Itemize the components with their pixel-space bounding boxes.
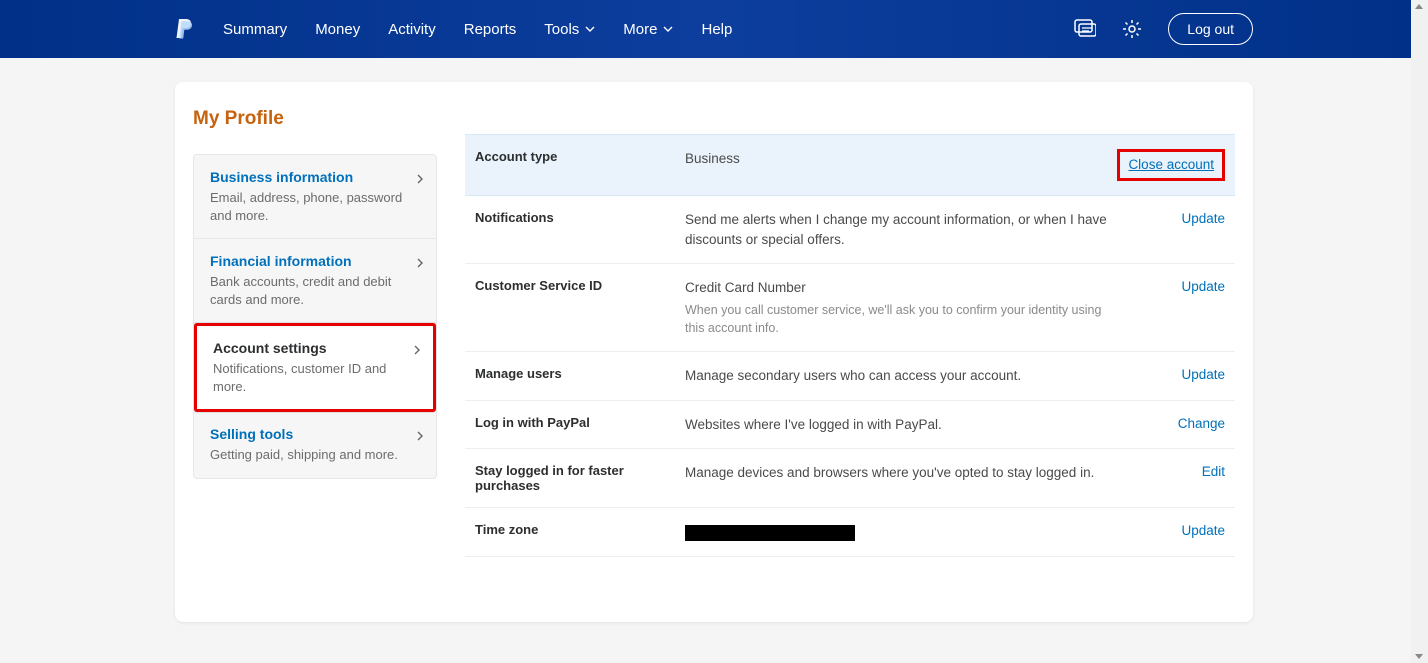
profile-sidebar: Business information Email, address, pho…	[193, 154, 437, 479]
nav-reports[interactable]: Reports	[464, 21, 517, 38]
row-label: Account type	[475, 149, 685, 164]
sidebar-item-title: Financial information	[210, 253, 420, 269]
settings-panel: Account type Business Close account Noti…	[465, 108, 1235, 582]
page-title: My Profile	[193, 108, 437, 130]
chevron-right-icon	[417, 255, 424, 273]
row-value: Credit Card Number When you call custome…	[685, 278, 1115, 337]
row-value: Manage secondary users who can access yo…	[685, 366, 1115, 386]
row-action: Update	[1115, 366, 1225, 384]
paypal-logo-icon[interactable]	[175, 18, 193, 40]
content-container: My Profile Business information Email, a…	[175, 82, 1253, 622]
change-link[interactable]: Change	[1178, 416, 1225, 431]
main-nav: Summary Money Activity Reports Tools Mor…	[223, 21, 1074, 38]
row-notifications: Notifications Send me alerts when I chan…	[465, 196, 1235, 264]
chevron-down-icon	[585, 26, 595, 32]
nav-more-label: More	[623, 21, 657, 38]
header-bar: Summary Money Activity Reports Tools Mor…	[0, 0, 1428, 58]
row-value: Manage devices and browsers where you've…	[685, 463, 1115, 483]
nav-more[interactable]: More	[623, 21, 673, 38]
logout-button[interactable]: Log out	[1168, 13, 1253, 45]
gear-icon[interactable]	[1122, 19, 1142, 39]
row-value: Websites where I've logged in with PayPa…	[685, 415, 1115, 435]
chevron-right-icon	[414, 342, 421, 360]
sidebar-item-selling-tools[interactable]: Selling tools Getting paid, shipping and…	[194, 412, 436, 478]
row-label: Customer Service ID	[475, 278, 685, 293]
update-link[interactable]: Update	[1181, 279, 1225, 294]
sidebar-item-financial-info[interactable]: Financial information Bank accounts, cre…	[194, 239, 436, 323]
row-label: Manage users	[475, 366, 685, 381]
row-customer-service-id: Customer Service ID Credit Card Number W…	[465, 264, 1235, 352]
chevron-right-icon	[417, 428, 424, 446]
sidebar-item-desc: Email, address, phone, password and more…	[210, 189, 420, 224]
row-value: Send me alerts when I change my account …	[685, 210, 1115, 249]
chevron-right-icon	[417, 171, 424, 189]
row-value-main: Credit Card Number	[685, 278, 1115, 298]
row-value	[685, 522, 1115, 542]
nav-help[interactable]: Help	[701, 21, 732, 38]
sidebar-item-title: Selling tools	[210, 426, 420, 442]
sidebar-item-business-info[interactable]: Business information Email, address, pho…	[194, 155, 436, 239]
close-account-highlight: Close account	[1117, 149, 1225, 181]
nav-money[interactable]: Money	[315, 21, 360, 38]
row-stay-logged-in: Stay logged in for faster purchases Mana…	[465, 449, 1235, 508]
row-action: Close account	[1115, 149, 1225, 181]
close-account-link[interactable]: Close account	[1128, 157, 1214, 172]
sidebar-item-desc: Getting paid, shipping and more.	[210, 446, 420, 464]
chevron-down-icon	[663, 26, 673, 32]
nav-right: Log out	[1074, 13, 1253, 45]
update-link[interactable]: Update	[1181, 523, 1225, 538]
row-account-type: Account type Business Close account	[465, 134, 1235, 196]
messages-icon[interactable]	[1074, 19, 1096, 39]
row-value: Business	[685, 149, 1115, 169]
sidebar-item-account-settings[interactable]: Account settings Notifications, customer…	[194, 323, 436, 412]
nav-tools-label: Tools	[544, 21, 579, 38]
row-value-sub: When you call customer service, we'll as…	[685, 301, 1115, 337]
row-action: Update	[1115, 522, 1225, 540]
row-action: Update	[1115, 210, 1225, 228]
row-label: Notifications	[475, 210, 685, 225]
vertical-scrollbar[interactable]	[1411, 0, 1428, 663]
sidebar-item-title: Account settings	[213, 340, 417, 356]
edit-link[interactable]: Edit	[1202, 464, 1225, 479]
scroll-down-icon	[1415, 654, 1423, 659]
sidebar-item-desc: Bank accounts, credit and debit cards an…	[210, 273, 420, 308]
header-inner: Summary Money Activity Reports Tools Mor…	[175, 13, 1253, 45]
row-manage-users: Manage users Manage secondary users who …	[465, 352, 1235, 401]
redacted-value	[685, 525, 855, 541]
sidebar-item-desc: Notifications, customer ID and more.	[213, 360, 417, 395]
left-column: My Profile Business information Email, a…	[193, 108, 437, 582]
nav-activity[interactable]: Activity	[388, 21, 436, 38]
row-action: Change	[1115, 415, 1225, 433]
nav-summary[interactable]: Summary	[223, 21, 287, 38]
nav-tools[interactable]: Tools	[544, 21, 595, 38]
update-link[interactable]: Update	[1181, 211, 1225, 226]
sidebar-item-title: Business information	[210, 169, 420, 185]
row-login-with-paypal: Log in with PayPal Websites where I've l…	[465, 401, 1235, 450]
row-label: Log in with PayPal	[475, 415, 685, 430]
row-label: Stay logged in for faster purchases	[475, 463, 685, 493]
row-action: Edit	[1115, 463, 1225, 481]
scroll-up-icon	[1415, 4, 1423, 9]
row-action: Update	[1115, 278, 1225, 296]
row-time-zone: Time zone Update	[465, 508, 1235, 557]
update-link[interactable]: Update	[1181, 367, 1225, 382]
row-label: Time zone	[475, 522, 685, 537]
